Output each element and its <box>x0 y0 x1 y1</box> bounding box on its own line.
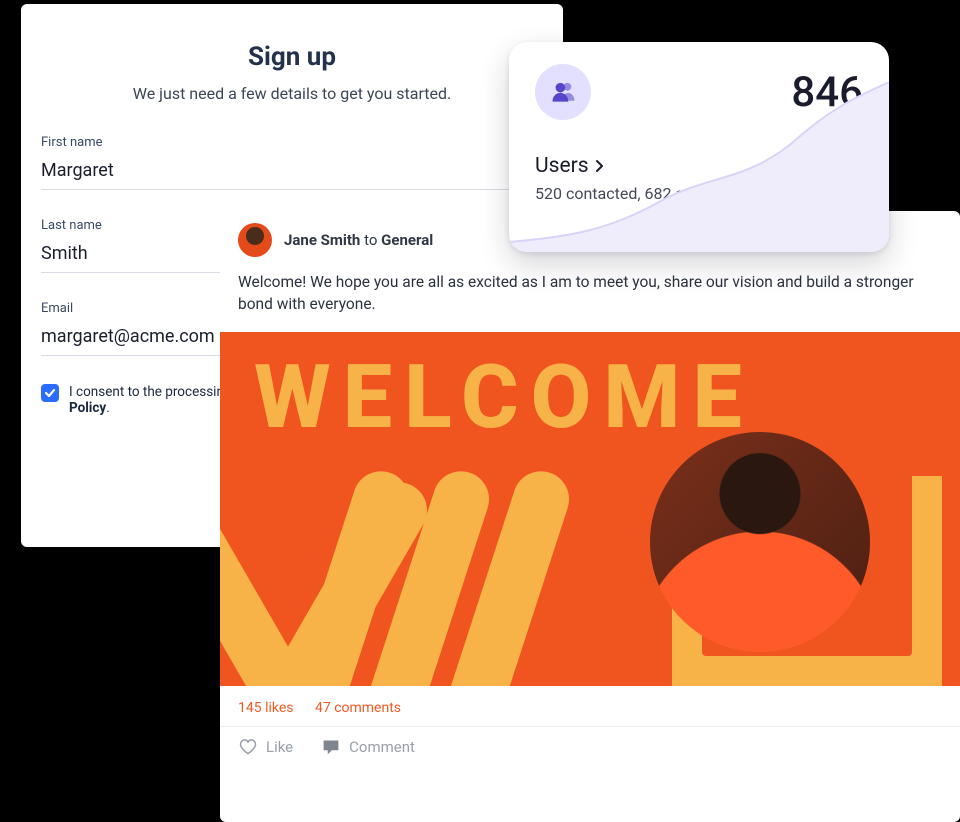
post-author-name[interactable]: Jane Smith <box>284 231 360 249</box>
post-to-word: to <box>364 231 377 249</box>
chevron-right-icon <box>595 159 605 173</box>
signup-title: Sign up <box>41 42 543 72</box>
post-likes-count[interactable]: 145 likes <box>238 700 294 716</box>
comment-button[interactable]: Comment <box>321 738 415 756</box>
stat-label-link[interactable]: Users <box>535 154 863 178</box>
post-actions-row: Like Comment <box>220 727 960 771</box>
post-hero-image: WELCOME <box>220 332 960 686</box>
comment-icon <box>321 738 341 756</box>
consent-text-suffix: . <box>106 400 110 416</box>
hero-graphic-shapes <box>220 456 620 686</box>
first-name-field-group: First name <box>41 135 543 190</box>
stat-card: 846 Users 520 contacted, 682 activated <box>509 42 889 252</box>
post-author-avatar[interactable] <box>238 223 272 257</box>
post-byline: Jane Smith to General <box>284 231 433 249</box>
post-comments-count[interactable]: 47 comments <box>315 700 401 716</box>
stat-label-text: Users <box>535 154 589 178</box>
stat-value: 846 <box>791 68 863 117</box>
hero-welcome-text: WELCOME <box>220 332 960 442</box>
consent-checkbox[interactable] <box>41 384 59 402</box>
signup-subtitle: We just need a few details to get you st… <box>41 84 543 103</box>
users-icon <box>549 78 577 106</box>
hero-person-photo <box>650 432 870 652</box>
check-icon <box>44 387 56 399</box>
users-icon-badge <box>535 64 591 120</box>
first-name-input[interactable] <box>41 154 543 190</box>
post-body-text: Welcome! We hope you are all as excited … <box>220 265 960 332</box>
like-label: Like <box>266 738 293 756</box>
consent-text-prefix: I consent to the processing <box>69 384 231 400</box>
consent-policy-link[interactable]: Policy <box>69 400 106 416</box>
post-channel-name[interactable]: General <box>381 231 433 249</box>
stat-subtext: 520 contacted, 682 activated <box>535 184 863 203</box>
consent-text: I consent to the processing Policy. <box>69 384 231 416</box>
heart-icon <box>238 737 258 757</box>
like-button[interactable]: Like <box>238 737 293 757</box>
post-meta-row: 145 likes 47 comments <box>220 686 960 727</box>
post-card: Jane Smith to General Welcome! We hope y… <box>220 211 960 822</box>
comment-label: Comment <box>349 738 415 756</box>
first-name-label: First name <box>41 135 543 150</box>
